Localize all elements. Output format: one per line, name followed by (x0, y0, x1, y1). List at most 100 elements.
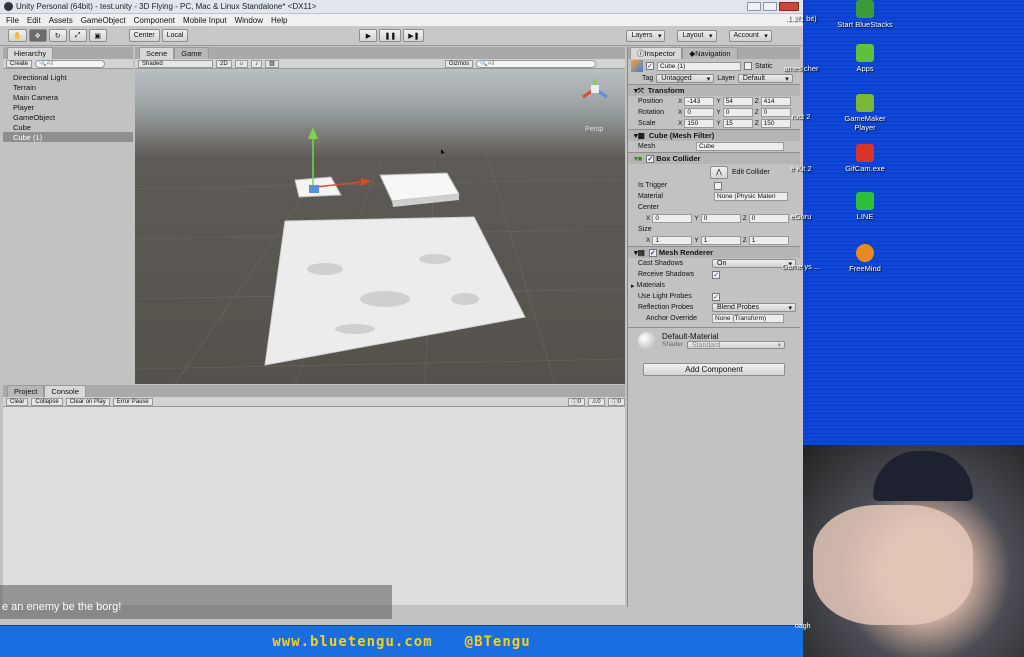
console-clear-button[interactable]: Clear (6, 397, 29, 406)
tab-project[interactable]: Project (7, 385, 45, 397)
rotate-tool-button[interactable]: ↻ (48, 29, 67, 42)
receive-shadows-checkbox[interactable]: ✓ (712, 270, 720, 279)
error-pause-button[interactable]: Error Pause (112, 397, 153, 406)
maximize-button[interactable] (763, 2, 777, 11)
menu-mobile-input[interactable]: Mobile Input (183, 16, 227, 25)
terrain-plane[interactable] (264, 216, 526, 366)
desktop-icon-apps[interactable]: Apps (835, 44, 895, 73)
pivot-local-button[interactable]: Local (161, 29, 189, 42)
mesh-renderer-header[interactable]: ▾▤ ✓ Mesh Renderer (628, 246, 800, 258)
hierarchy-item-cube-1[interactable]: Cube (1) (3, 132, 133, 142)
materials-expand-icon[interactable]: ▸ (631, 282, 635, 290)
desktop-partial-icon-4[interactable]: e Kit 2 (781, 164, 821, 173)
audio-toggle-icon[interactable]: ♪ (251, 59, 263, 68)
hierarchy-item-terrain[interactable]: Terrain (3, 82, 133, 92)
desktop-partial-icon-2[interactable]: ames cher (781, 64, 821, 73)
layer-dropdown[interactable]: Default (737, 74, 793, 83)
orientation-gizmo-icon[interactable] (582, 79, 608, 99)
rotation-y-field[interactable]: 0 (722, 108, 753, 117)
size-x-field[interactable]: 1 (652, 236, 693, 245)
mesh-filter-header[interactable]: ▾▦ Cube (Mesh Filter) (628, 129, 800, 141)
layout-dropdown[interactable]: Layout (677, 29, 717, 42)
menu-file[interactable]: File (6, 16, 19, 25)
menu-assets[interactable]: Assets (49, 16, 73, 25)
lighting-toggle-icon[interactable]: ☼ (234, 59, 249, 68)
mesh-field[interactable]: Cube (696, 142, 784, 151)
layers-dropdown[interactable]: Layers (626, 29, 666, 42)
minimize-button[interactable] (747, 2, 761, 11)
transform-header[interactable]: ▾⤧ Transform (628, 84, 800, 96)
center-y-field[interactable]: 0 (700, 214, 741, 223)
tab-game[interactable]: Game (174, 47, 209, 59)
tab-hierarchy[interactable]: Hierarchy (7, 47, 54, 59)
box-collider-enabled-checkbox[interactable]: ✓ (646, 154, 655, 163)
menu-component[interactable]: Component (134, 16, 175, 25)
desktop-icon-bluestacks[interactable]: Start BlueStacks (835, 0, 895, 29)
scene-search-input[interactable]: 🔍 All (476, 59, 597, 68)
hierarchy-item-cube[interactable]: Cube (3, 122, 133, 132)
scale-tool-button[interactable]: ⤢ (68, 29, 87, 42)
size-y-field[interactable]: 1 (700, 236, 741, 245)
account-dropdown[interactable]: Account (728, 29, 772, 42)
console-log-area[interactable] (3, 407, 625, 605)
menu-edit[interactable]: Edit (27, 16, 41, 25)
light-probes-checkbox[interactable]: ✓ (712, 292, 720, 301)
box-collider-header[interactable]: ▾■ ✓ Box Collider (628, 152, 800, 164)
edit-collider-button[interactable]: ⋀ (710, 165, 728, 179)
desktop-icon-line[interactable]: LINE (835, 192, 895, 221)
hierarchy-item-player[interactable]: Player (3, 102, 133, 112)
center-x-field[interactable]: 0 (652, 214, 693, 223)
anchor-override-field[interactable]: None (Transform) (712, 314, 784, 323)
scale-x-field[interactable]: 150 (684, 119, 715, 128)
hierarchy-search-input[interactable]: 🔍 All (35, 59, 106, 68)
active-checkbox[interactable]: ✓ (646, 62, 654, 70)
move-gizmo-center[interactable] (309, 185, 319, 193)
pause-button[interactable]: ❚❚ (379, 29, 402, 42)
shader-dropdown[interactable]: Standard (686, 341, 785, 349)
tab-inspector[interactable]: ⓘ Inspector (630, 47, 683, 59)
is-trigger-checkbox[interactable] (714, 181, 722, 190)
pivot-center-button[interactable]: Center (128, 29, 160, 42)
log-count-toggle[interactable]: ⓘ 0 (567, 397, 585, 406)
menu-help[interactable]: Help (271, 16, 287, 25)
position-z-field[interactable]: 414 (760, 97, 791, 106)
size-z-field[interactable]: 1 (748, 236, 789, 245)
scale-y-field[interactable]: 15 (722, 119, 753, 128)
console-collapse-button[interactable]: Collapse (31, 397, 63, 406)
play-button[interactable]: ▶ (359, 29, 378, 42)
move-tool-button[interactable]: ✥ (28, 29, 47, 42)
move-gizmo-x-arrow[interactable] (361, 178, 371, 186)
shading-mode-dropdown[interactable]: Shaded (138, 59, 213, 68)
tab-console[interactable]: Console (44, 385, 86, 397)
warning-count-toggle[interactable]: ⚠ 0 (587, 397, 605, 406)
move-gizmo-y-arrow[interactable] (308, 127, 318, 139)
menu-window[interactable]: Window (235, 16, 263, 25)
desktop-icon-freemind[interactable]: FreeMind (835, 244, 895, 273)
add-component-button[interactable]: Add Component (643, 363, 785, 376)
menu-gameobject[interactable]: GameObject (81, 16, 126, 25)
tab-navigation[interactable]: ◆ Navigation (682, 47, 738, 59)
hierarchy-item-main-camera[interactable]: Main Camera (3, 92, 133, 102)
hierarchy-item-directional-light[interactable]: Directional Light (3, 72, 133, 82)
create-button[interactable]: Create (6, 59, 33, 68)
step-button[interactable]: ▶❚ (403, 29, 425, 42)
position-x-field[interactable]: -143 (684, 97, 715, 106)
reflection-probes-dropdown[interactable]: Blend Probes (712, 303, 796, 312)
desktop-icon-gamemaker[interactable]: GameMaker Player (835, 94, 895, 132)
close-button[interactable] (779, 2, 799, 11)
desktop-partial-icon-3[interactable]: ruct 2 (781, 112, 821, 121)
tab-scene[interactable]: Scene (139, 47, 175, 59)
desktop-partial-icon-6[interactable]: Game ys ... (781, 262, 821, 271)
position-y-field[interactable]: 54 (722, 97, 753, 106)
static-checkbox[interactable] (744, 62, 752, 70)
collider-material-field[interactable]: None (Physic Materi (714, 192, 788, 201)
scene-viewport[interactable]: Persp (135, 69, 625, 384)
desktop-icon-gifcam[interactable]: GifCam.exe (835, 144, 895, 173)
object-name-field[interactable]: Cube (1) (657, 61, 741, 71)
2d-toggle[interactable]: 2D (216, 59, 232, 68)
hierarchy-item-gameobject[interactable]: GameObject (3, 112, 133, 122)
clear-on-play-button[interactable]: Clear on Play (65, 397, 110, 406)
gizmos-dropdown[interactable]: Gizmos (444, 59, 474, 68)
effects-toggle-icon[interactable]: ▨ (265, 59, 279, 68)
tag-dropdown[interactable]: Untagged (656, 74, 715, 83)
